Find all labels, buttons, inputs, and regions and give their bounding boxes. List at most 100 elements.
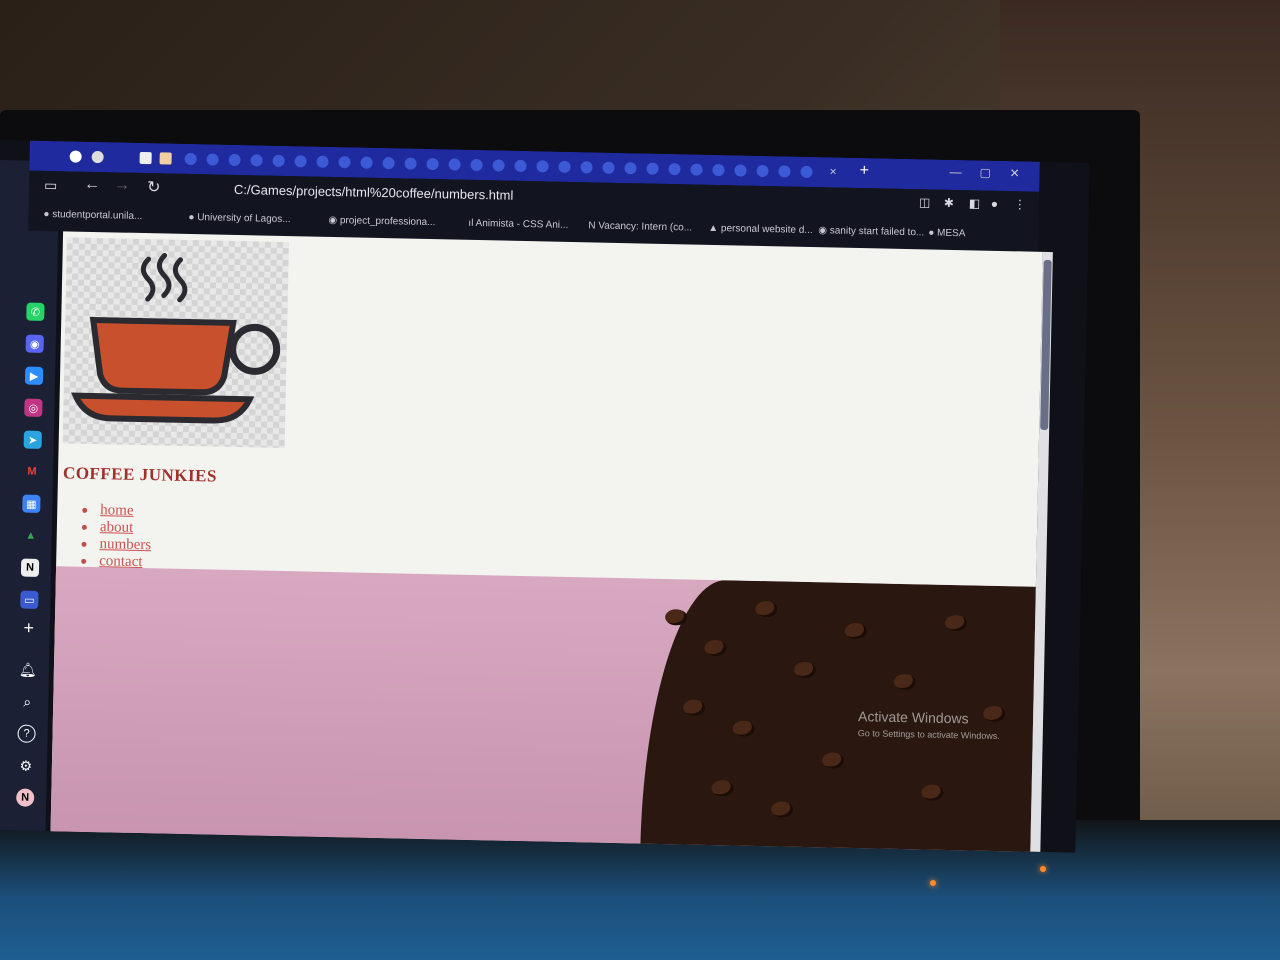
globe-icon[interactable]	[404, 157, 417, 170]
coffee-cup-icon	[71, 252, 281, 424]
bookmark-item[interactable]: ıl Animista - CSS Ani...	[468, 218, 568, 231]
wikipedia-icon[interactable]	[91, 150, 104, 164]
bookmark-item[interactable]: ● University of Lagos...	[188, 212, 290, 225]
laptop-screen: ✆ ◉ ▶ ◎ ➤ M ▦ ▲ N ▭ + 🔔︎ ⌕ ? ⚙ N M 22	[0, 140, 1090, 853]
globe-icon[interactable]	[492, 159, 505, 172]
coffee-bean	[704, 639, 727, 657]
reload-icon[interactable]: ↻	[147, 177, 161, 197]
nav-link-about[interactable]: about	[100, 519, 134, 536]
close-tab-icon[interactable]: ×	[829, 164, 836, 178]
globe-icon[interactable]	[448, 158, 461, 171]
globe-icon[interactable]	[184, 152, 197, 166]
google-drive-icon[interactable]: ▲	[21, 526, 40, 545]
globe-icon[interactable]	[734, 164, 747, 177]
forward-icon[interactable]: →	[114, 176, 130, 194]
minimize-icon[interactable]: —	[949, 165, 961, 179]
profile-icon[interactable]: ●	[991, 197, 999, 211]
activate-windows-watermark: Activate Windows Go to Settings to activ…	[858, 708, 1001, 741]
address-bar[interactable]: C:/Games/projects/html%20coffee/numbers.…	[234, 182, 514, 203]
globe-icon[interactable]	[250, 154, 263, 167]
globe-icon[interactable]	[580, 161, 593, 174]
main-nav: home about numbers contact	[81, 502, 152, 571]
globe-icon[interactable]	[316, 155, 329, 168]
globe-icon[interactable]	[624, 162, 637, 175]
coffee-bean	[732, 720, 755, 737]
avatar[interactable]: N	[16, 788, 35, 807]
globe-icon[interactable]	[338, 156, 351, 169]
zoom-icon[interactable]: ▶	[24, 366, 44, 385]
bookmark-item[interactable]: ◉ project_professiona...	[328, 215, 435, 228]
monitor-icon[interactable]: ▭	[20, 590, 39, 609]
web-page: COFFEE JUNKIES home about numbers contac…	[50, 231, 1043, 853]
bookmark-item[interactable]: ▲ personal website d...	[708, 223, 813, 236]
close-window-icon[interactable]: ✕	[1009, 166, 1019, 180]
gmail-icon[interactable]: M	[22, 462, 42, 481]
globe-icon[interactable]	[294, 155, 307, 168]
watermark-title: Activate Windows	[857, 708, 969, 727]
coffee-bean	[683, 699, 706, 716]
whatsapp-icon[interactable]: ✆	[26, 302, 45, 321]
globe-icon[interactable]	[360, 156, 373, 169]
globe-icon[interactable]	[272, 154, 285, 167]
scrollbar-thumb[interactable]	[1040, 259, 1052, 431]
reader-icon[interactable]: ◫	[919, 195, 931, 209]
globe-icon[interactable]	[690, 163, 703, 176]
globe-icon[interactable]	[558, 160, 571, 173]
add-icon[interactable]: +	[20, 617, 38, 637]
globe-icon[interactable]	[668, 163, 681, 176]
status-led	[1040, 866, 1046, 872]
coffee-bean	[893, 673, 917, 691]
nav-item-home: home	[82, 502, 152, 520]
search-icon[interactable]: ⌕	[18, 693, 36, 711]
sidebar-toggle-icon[interactable]: ▭	[44, 177, 58, 194]
globe-icon[interactable]	[514, 159, 527, 173]
telegram-icon[interactable]: ➤	[23, 430, 42, 449]
help-icon[interactable]: ?	[17, 724, 36, 743]
globe-icon[interactable]	[382, 157, 395, 170]
google-icon[interactable]	[69, 150, 82, 163]
coffee-bean	[664, 609, 688, 626]
coffee-bean	[711, 780, 734, 797]
globe-icon[interactable]	[800, 165, 813, 179]
coffee-bean	[822, 752, 845, 769]
back-icon[interactable]: ←	[84, 176, 100, 194]
taskbar: ✆ ◉ ▶ ◎ ➤ M ▦ ▲ N ▭ + 🔔︎ ⌕ ? ⚙ N M 22	[0, 159, 60, 832]
coffee-bean	[770, 801, 794, 818]
globe-icon[interactable]	[778, 165, 791, 178]
gear-icon[interactable]: ⚙	[17, 756, 35, 774]
globe-icon[interactable]	[470, 158, 483, 172]
globe-icon[interactable]	[646, 162, 659, 175]
nav-link-home[interactable]: home	[100, 502, 134, 519]
coffee-bean	[755, 600, 778, 618]
bookmark-item[interactable]: N Vacancy: Intern (co...	[588, 220, 692, 233]
hero-image: Activate Windows Go to Settings to activ…	[50, 566, 1036, 853]
globe-icon[interactable]	[228, 153, 241, 167]
nav-link-numbers[interactable]: numbers	[99, 536, 151, 553]
coffee-bean	[793, 661, 817, 679]
status-led	[930, 880, 936, 886]
nav-item-about: about	[82, 519, 152, 537]
site-title: COFFEE JUNKIES	[62, 463, 218, 486]
coffee-bean	[944, 614, 968, 632]
split-view-icon[interactable]: ◧	[969, 196, 981, 210]
tab-icon[interactable]	[159, 152, 172, 165]
globe-icon[interactable]	[712, 163, 725, 177]
extensions-icon[interactable]: ✱	[944, 196, 954, 210]
globe-icon[interactable]	[756, 164, 769, 178]
bookmark-item[interactable]: ◉ sanity start failed to...	[818, 225, 924, 238]
globe-icon[interactable]	[426, 157, 439, 171]
globe-icon[interactable]	[206, 153, 219, 166]
new-tab-icon[interactable]: +	[859, 162, 869, 180]
instagram-icon[interactable]: ◎	[24, 398, 43, 417]
maximize-icon[interactable]: ▢	[979, 166, 991, 180]
menu-icon[interactable]: ⋮	[1014, 197, 1026, 211]
bookmark-item[interactable]: ● studentportal.unila...	[43, 209, 142, 222]
tab-icon[interactable]	[139, 151, 152, 165]
discord-icon[interactable]: ◉	[25, 334, 44, 353]
globe-icon[interactable]	[536, 160, 549, 173]
calendar-icon[interactable]: ▦	[22, 494, 41, 513]
notion-icon[interactable]: N	[20, 558, 40, 577]
globe-icon[interactable]	[602, 161, 615, 174]
bookmark-item[interactable]: ● MESA	[928, 227, 965, 239]
bell-icon[interactable]: 🔔︎	[19, 661, 37, 679]
